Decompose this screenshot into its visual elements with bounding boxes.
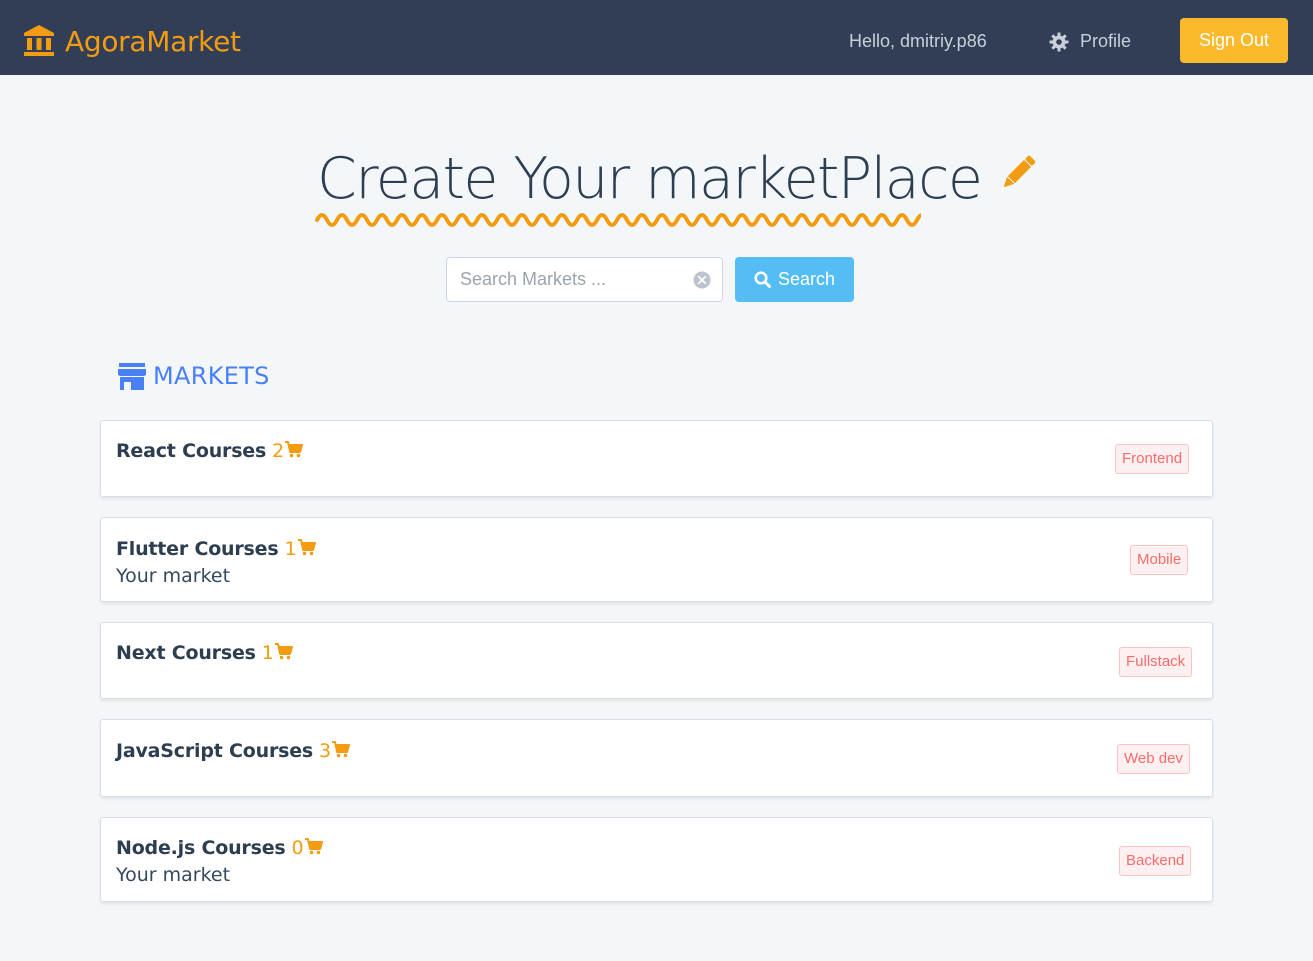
search-input[interactable] bbox=[447, 258, 687, 301]
market-product-count: 3 bbox=[319, 740, 332, 762]
profile-label[interactable]: Profile bbox=[1080, 31, 1131, 52]
cart-icon bbox=[297, 538, 316, 555]
page-heading: Create Your marketPlace bbox=[317, 146, 1037, 212]
market-product-count: 1 bbox=[261, 642, 274, 664]
market-tag: Backend bbox=[1119, 846, 1192, 876]
bank-icon bbox=[24, 25, 54, 56]
market-product-count: 1 bbox=[284, 538, 297, 560]
pencil-icon[interactable] bbox=[997, 154, 1037, 194]
market-tag: Frontend bbox=[1115, 444, 1190, 474]
search-icon bbox=[754, 271, 771, 288]
store-icon bbox=[118, 362, 146, 390]
brand-name[interactable]: AgoraMarket bbox=[65, 25, 241, 58]
market-card[interactable]: Next Courses 1 Fullstack bbox=[100, 622, 1213, 699]
market-tag: Web dev bbox=[1117, 744, 1190, 774]
clear-circle-icon[interactable] bbox=[693, 271, 711, 289]
cart-icon bbox=[332, 740, 351, 757]
market-card[interactable]: Flutter Courses 1 Your market Mobile bbox=[100, 517, 1213, 602]
market-name[interactable]: Next Courses bbox=[116, 642, 256, 664]
market-name[interactable]: Flutter Courses bbox=[116, 538, 279, 560]
cart-icon bbox=[285, 440, 304, 457]
market-name[interactable]: React Courses bbox=[116, 440, 266, 462]
markets-heading: MARKETS bbox=[118, 362, 270, 390]
cart-icon bbox=[304, 837, 323, 854]
profile-link[interactable]: Profile bbox=[1049, 31, 1131, 52]
search-box bbox=[446, 257, 723, 302]
market-card[interactable]: JavaScript Courses 3 Web dev bbox=[100, 719, 1213, 797]
cart-icon bbox=[274, 642, 293, 659]
market-subtitle: Your market bbox=[116, 864, 231, 886]
market-name[interactable]: Node.js Courses bbox=[116, 837, 286, 859]
brand-link[interactable]: AgoraMarket bbox=[23, 24, 241, 58]
market-product-count: 0 bbox=[291, 837, 304, 859]
search-button-label: Search bbox=[777, 269, 836, 289]
navbar: AgoraMarket Hello, dmitriy.p86 Profile S… bbox=[0, 0, 1313, 75]
markets-title: MARKETS bbox=[153, 362, 270, 390]
market-tag: Mobile bbox=[1130, 545, 1189, 575]
market-card[interactable]: Node.js Courses 0 Your market Backend bbox=[100, 817, 1213, 902]
market-subtitle: Your market bbox=[116, 565, 231, 587]
market-name[interactable]: JavaScript Courses bbox=[116, 740, 313, 762]
market-tag: Fullstack bbox=[1119, 647, 1193, 677]
sign-out-button[interactable]: Sign Out bbox=[1180, 18, 1288, 63]
page-title: Create Your marketPlace bbox=[317, 146, 983, 212]
title-underline bbox=[315, 213, 921, 227]
gear-icon bbox=[1049, 32, 1069, 51]
market-card[interactable]: React Courses 2 Frontend bbox=[100, 420, 1213, 497]
user-greeting: Hello, dmitriy.p86 bbox=[849, 31, 987, 51]
search-button[interactable]: Search bbox=[735, 257, 854, 302]
market-product-count: 2 bbox=[272, 440, 285, 462]
